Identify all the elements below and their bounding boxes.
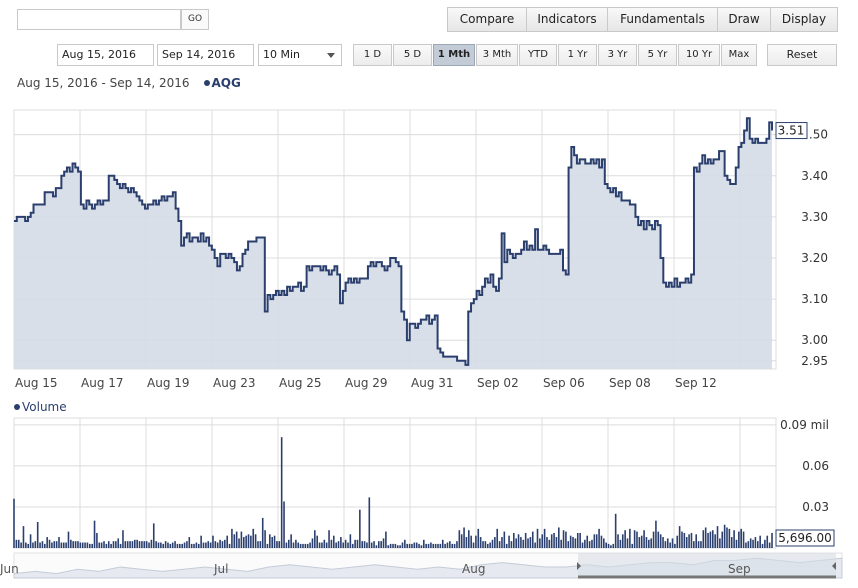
price-y-tick-label: 3.20	[801, 251, 828, 265]
chart-canvas: 3.403.303.203.103.002.95.503.51 Aug 15 Au…	[0, 109, 843, 579]
volume-y-tick-label: 0.03	[802, 500, 829, 514]
volume-y-axis: 0.03 0.06 0.09 mil 5,696.00	[775, 418, 835, 547]
price-x-tick-label: Aug 31	[411, 376, 454, 390]
price-x-tick-label: Aug 29	[345, 376, 388, 390]
navigator-month-label: Jul	[213, 562, 228, 576]
navigator-month-label: Aug	[462, 562, 485, 576]
price-x-tick-label: Aug 15	[15, 376, 58, 390]
price-y-tick-label: 3.10	[801, 292, 828, 306]
last-volume-label: 5,696.00	[778, 531, 831, 545]
volume-plot-frame	[13, 417, 777, 549]
price-x-tick-label: Aug 17	[81, 376, 124, 390]
price-y-tick-label: 2.95	[801, 354, 828, 368]
price-x-tick-label: Sep 12	[675, 376, 717, 390]
price-y-tick-label: .50	[809, 128, 828, 142]
last-price-label: 3.51	[778, 124, 805, 138]
volume-grid	[13, 417, 777, 549]
price-y-tick-label: 3.00	[801, 333, 828, 347]
price-y-tick-label: 3.40	[801, 169, 828, 183]
price-x-axis: Aug 15 Aug 17 Aug 19 Aug 23 Aug 25 Aug 29 Aug …	[15, 376, 717, 390]
price-area-fill	[14, 118, 772, 369]
price-y-tick-label: 3.30	[801, 210, 828, 224]
navigator-month-label: Sep	[728, 562, 751, 576]
price-x-tick-label: Aug 23	[213, 376, 256, 390]
price-x-tick-label: Aug 19	[147, 376, 190, 390]
navigator[interactable]: Jun Jul Aug Sep	[0, 552, 843, 579]
price-x-tick-label: Sep 06	[543, 376, 585, 390]
price-y-axis: 3.40 3.30 3.20 3.10 3.00 2.95 .50 3.51	[775, 122, 828, 368]
navigator-month-label: Jun	[0, 562, 19, 576]
price-area	[14, 117, 773, 369]
volume-y-tick-label: 0.09 mil	[780, 418, 829, 432]
price-x-tick-label: Sep 08	[609, 376, 651, 390]
volume-y-tick-label: 0.06	[802, 459, 829, 473]
navigator-selection	[578, 553, 836, 578]
volume-bars	[13, 437, 773, 548]
price-x-tick-label: Sep 02	[477, 376, 519, 390]
price-x-tick-label: Aug 25	[279, 376, 322, 390]
